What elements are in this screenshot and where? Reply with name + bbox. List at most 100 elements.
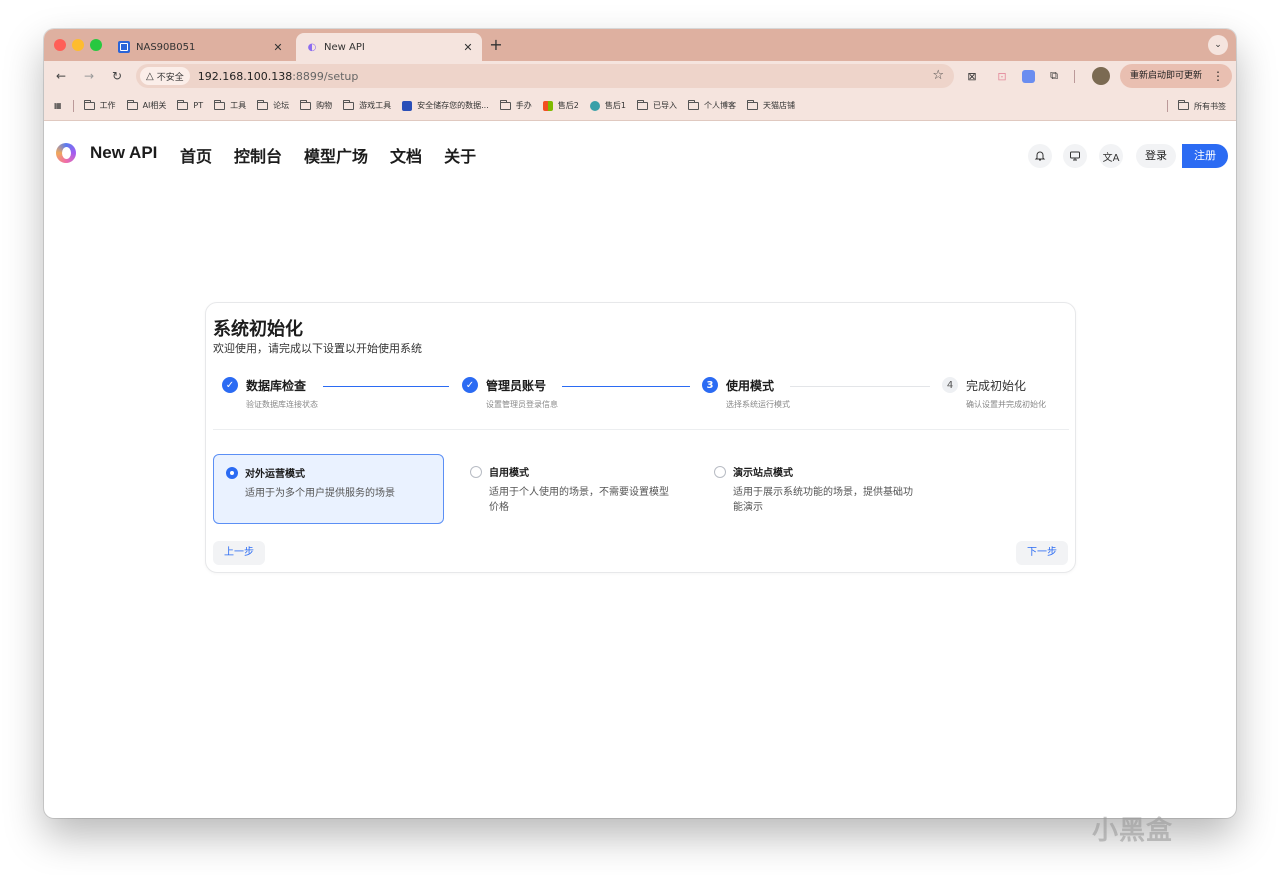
- reload-icon[interactable]: ↻: [108, 67, 126, 85]
- tab-search-button[interactable]: ⌄: [1208, 35, 1228, 55]
- bookmark-label: PT: [193, 101, 204, 110]
- step-connector: [562, 386, 690, 387]
- step-title: 数据库检查: [246, 379, 307, 393]
- brand-name[interactable]: New API: [90, 143, 157, 163]
- folder-icon: [636, 99, 648, 110]
- check-icon: ✓: [222, 377, 238, 393]
- nav-model-market[interactable]: 模型广场: [304, 143, 368, 167]
- bookmark-item[interactable]: 售后1: [589, 100, 626, 111]
- warning-icon: △: [146, 70, 154, 82]
- bookmark-item[interactable]: 安全储存您的数据...: [402, 100, 489, 111]
- maximize-window-button[interactable]: [90, 39, 102, 51]
- radio-button[interactable]: [470, 465, 482, 478]
- toolbar-divider: [1074, 70, 1075, 83]
- step-connector: [323, 386, 449, 387]
- bookmark-item[interactable]: 论坛: [257, 99, 289, 111]
- bookmark-label: 所有书签: [1194, 101, 1226, 111]
- folder-icon: [1178, 100, 1189, 110]
- close-tab-icon[interactable]: ✕: [460, 41, 476, 54]
- bookmarks-divider: [72, 99, 74, 112]
- profile-avatar[interactable]: [1092, 67, 1110, 85]
- tab-nas[interactable]: NAS90B051 ✕: [110, 33, 292, 61]
- notification-bell-icon[interactable]: [1028, 144, 1052, 168]
- bookmark-item[interactable]: 售后2: [542, 100, 579, 111]
- radio-button[interactable]: [226, 466, 238, 479]
- mode-description: 适用于展示系统功能的场景，提供基础功能演示: [733, 487, 913, 513]
- extension-icon[interactable]: [1020, 68, 1036, 84]
- step-number: 4: [942, 377, 958, 393]
- nav-about[interactable]: 关于: [444, 143, 476, 167]
- bookmark-label: 工具: [230, 101, 247, 110]
- all-bookmarks[interactable]: 所有书签: [1167, 91, 1226, 121]
- extension-icon[interactable]: ⊡: [994, 68, 1010, 84]
- bookmark-label: AI相关: [142, 101, 167, 110]
- bookmark-item[interactable]: 工作: [83, 99, 116, 111]
- step-title: 使用模式: [726, 379, 775, 393]
- update-button[interactable]: 重新启动即可更新 ⋮: [1120, 64, 1232, 88]
- login-button[interactable]: 登录: [1136, 144, 1176, 168]
- bookmark-star-icon[interactable]: ☆: [932, 68, 944, 83]
- register-button[interactable]: 注册: [1182, 144, 1228, 168]
- mode-option-external[interactable]: 对外运营模式 适用于为多个用户提供服务的场景: [213, 454, 444, 524]
- app-icon: [589, 100, 600, 111]
- main-nav: 首页 控制台 模型广场 文档 关于: [180, 143, 476, 167]
- apps-grid-icon[interactable]: ▦: [54, 101, 62, 110]
- extensions-puzzle-icon[interactable]: ⧉: [1046, 68, 1062, 84]
- security-chip[interactable]: △ 不安全: [140, 67, 190, 85]
- nav-home[interactable]: 首页: [180, 143, 212, 167]
- security-label: 不安全: [156, 72, 184, 83]
- tab-new-api[interactable]: ◐ New API ✕: [296, 33, 482, 61]
- watermark: 小黑盒: [1092, 816, 1174, 846]
- monitor-icon[interactable]: [1063, 144, 1087, 168]
- check-icon: ✓: [462, 377, 478, 393]
- divider: [213, 429, 1069, 430]
- nav-console[interactable]: 控制台: [234, 143, 282, 167]
- bookmark-item[interactable]: 个人博客: [687, 99, 736, 111]
- folder-icon: [83, 99, 95, 110]
- previous-step-button[interactable]: 上一步: [213, 541, 265, 565]
- minimize-window-button[interactable]: [72, 39, 84, 51]
- bookmark-item[interactable]: 手办: [499, 99, 532, 111]
- setup-card: 系统初始化 欢迎使用，请完成以下设置以开始使用系统 ✓ 数据库检查 验证数据库连…: [205, 302, 1076, 573]
- language-translate-icon[interactable]: 文A: [1099, 144, 1123, 168]
- folder-icon: [257, 99, 269, 110]
- mode-option-self-use[interactable]: 自用模式 适用于个人使用的场景，不需要设置模型价格: [458, 454, 689, 524]
- next-step-button[interactable]: 下一步: [1016, 541, 1068, 565]
- bookmark-item[interactable]: 工具: [214, 99, 247, 111]
- bookmark-item[interactable]: PT: [177, 99, 204, 110]
- bookmarks-bar: ▦ 工作 AI相关 PT 工具 论坛 购物 游戏工具 安全储存您的数据... 手…: [44, 91, 1236, 121]
- folder-icon: [300, 99, 312, 110]
- folder-icon: [177, 99, 189, 110]
- update-label: 重新启动即可更新: [1130, 71, 1203, 81]
- new-api-favicon-icon: ◐: [307, 41, 317, 53]
- address-bar[interactable]: △ 不安全 192.168.100.138:8899/setup ☆: [136, 64, 954, 88]
- bookmark-item[interactable]: 已导入: [636, 99, 677, 111]
- nav-docs[interactable]: 文档: [390, 143, 422, 167]
- folder-icon: [126, 99, 138, 110]
- close-tab-icon[interactable]: ✕: [270, 41, 286, 54]
- back-arrow-icon[interactable]: ←: [52, 67, 70, 85]
- new-api-logo-icon[interactable]: [56, 143, 76, 163]
- radio-button[interactable]: [714, 465, 726, 478]
- bookmark-label: 售后2: [557, 101, 579, 110]
- folder-icon: [746, 99, 758, 110]
- bookmark-item[interactable]: 购物: [300, 99, 332, 111]
- bookmark-item[interactable]: 游戏工具: [343, 99, 391, 111]
- screenshot-extension-icon[interactable]: ⊠: [964, 68, 980, 84]
- bookmark-item[interactable]: AI相关: [126, 99, 167, 111]
- tab-title: NAS90B051: [136, 41, 196, 53]
- bookmark-item[interactable]: 天猫店铺: [746, 99, 795, 111]
- new-tab-button[interactable]: +: [486, 34, 506, 56]
- mode-option-demo[interactable]: 演示站点模式 适用于展示系统功能的场景，提供基础功能演示: [702, 454, 933, 524]
- step-title: 完成初始化: [966, 379, 1027, 393]
- folder-icon: [343, 99, 355, 110]
- bookmarks-divider: [1167, 100, 1168, 112]
- forward-arrow-icon[interactable]: →: [80, 67, 98, 85]
- mode-description: 适用于为多个用户提供服务的场景: [245, 488, 395, 499]
- bookmark-label: 安全储存您的数据...: [417, 101, 489, 110]
- close-window-button[interactable]: [54, 39, 66, 51]
- step-usage-mode: 3 使用模式 选择系统运行模式: [702, 377, 790, 410]
- microsoft-icon: [542, 100, 553, 111]
- step-number: 3: [702, 377, 718, 393]
- step-title: 管理员账号: [486, 379, 547, 393]
